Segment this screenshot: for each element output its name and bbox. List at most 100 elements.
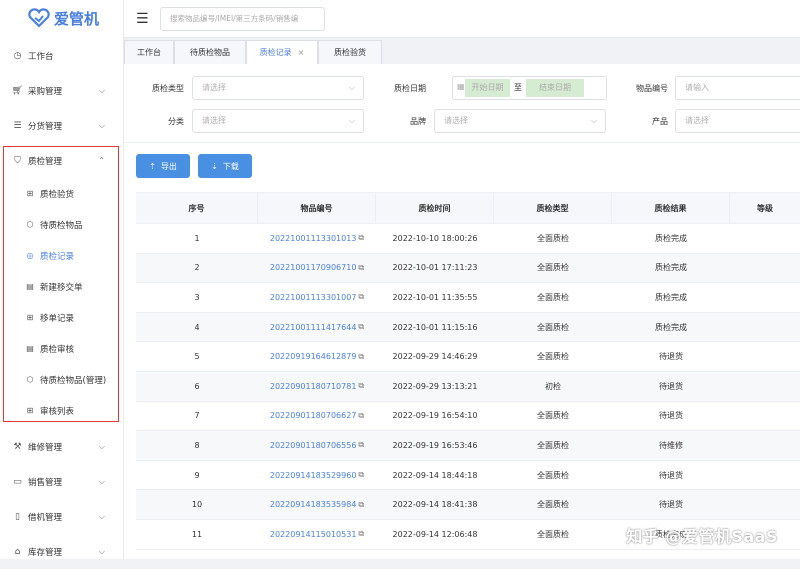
copy-icon[interactable]: ⧉ xyxy=(358,440,364,450)
copy-icon[interactable]: ⧉ xyxy=(358,322,364,332)
cell-grade xyxy=(730,490,800,519)
copy-icon[interactable]: ⧉ xyxy=(358,292,364,302)
table-row: 3 20221001113301007 ⧉ 2022-10-01 11:35:55 全面… xyxy=(136,283,800,313)
copy-icon[interactable]: ⧉ xyxy=(358,352,364,362)
cell-text: 待退货 xyxy=(659,470,683,480)
cell-text: 初检 xyxy=(545,381,561,391)
tab-label: 质检验货 xyxy=(334,48,366,57)
cell-grade xyxy=(730,372,800,401)
cell-text: 7 xyxy=(194,411,200,421)
col-header-time: 质检时间 xyxy=(376,193,494,223)
sidebar-item-sales[interactable]: ▭ 销售管理 ⌵ xyxy=(0,464,123,499)
cell-time: 2022-10-01 11:15:16 xyxy=(376,313,494,342)
cell-grade xyxy=(730,431,800,460)
cell-text: 2022-09-14 12:06:48 xyxy=(392,529,478,539)
cell-text: 5 xyxy=(194,352,200,362)
tab-pending[interactable]: 待质检物品 xyxy=(174,40,246,64)
cell-text: 2022-09-14 18:44:18 xyxy=(392,470,478,480)
records-table: 序号 物品编号 质检时间 质检类型 质检结果 等级 1 2022100111330… xyxy=(136,192,800,550)
table-body: 1 20221001113301013 ⧉ 2022-10-10 18:00:26 全面… xyxy=(136,224,800,550)
date-range-picker[interactable]: ▦ 开始日期 至 结束日期 xyxy=(452,76,607,100)
filter-type-label: 质检类型 xyxy=(152,84,184,93)
sidebar-item-lend[interactable]: ▯ 借机管理 ⌵ xyxy=(0,499,123,534)
sidebar-item-label: 分货管理 xyxy=(28,121,63,132)
tab-workbench[interactable]: 工作台 xyxy=(124,40,174,64)
close-icon[interactable]: × xyxy=(298,48,305,57)
filter-product-select[interactable]: 请选择 xyxy=(675,109,800,133)
cell-text: 全面质检 xyxy=(537,470,569,480)
cell-index: 4 xyxy=(136,313,258,342)
cell-item-code[interactable]: 20220901180706556 ⧉ xyxy=(258,431,376,460)
col-header-result: 质检结果 xyxy=(612,193,730,223)
table-header: 序号 物品编号 质检时间 质检类型 质检结果 等级 xyxy=(136,192,800,224)
cell-item-code[interactable]: 20221001111417644 ⧉ xyxy=(258,313,376,342)
chevron-down-icon: ⌵ xyxy=(98,546,105,556)
sidebar-item-workbench[interactable]: ◷ 工作台 xyxy=(0,38,123,73)
date-start-input[interactable]: 开始日期 xyxy=(465,79,510,97)
cell-item-code[interactable]: 20220914183529960 ⧉ xyxy=(258,461,376,490)
copy-icon[interactable]: ⧉ xyxy=(358,263,364,273)
copy-icon[interactable]: ⧉ xyxy=(358,529,364,539)
cell-text: 2022-09-19 16:54:10 xyxy=(392,411,478,421)
brand-logo[interactable]: 爱管机 xyxy=(0,0,123,36)
cell-text: 8 xyxy=(194,440,200,450)
cell-item-code[interactable]: 20220914115010531 ⧉ xyxy=(258,520,376,549)
sidebar-item-label: 采购管理 xyxy=(28,86,63,97)
sale-icon: ▭ xyxy=(13,476,22,487)
filter-type-select[interactable]: 请选择 ⌵ xyxy=(192,76,364,100)
cell-item-code[interactable]: 20220901180710781 ⧉ xyxy=(258,372,376,401)
table-row: 10 20220914183535984 ⧉ 2022-09-14 18:41:38 全… xyxy=(136,490,800,520)
sidebar-item-label: 借机管理 xyxy=(28,512,63,523)
sidebar-item-repair[interactable]: ⚒ 维修管理 ⌵ xyxy=(0,429,123,464)
hamburger-icon[interactable]: ☰ xyxy=(136,11,149,27)
cell-item-code[interactable]: 20221001170906710 ⧉ xyxy=(258,254,376,283)
filter-code-input[interactable]: 请输入 xyxy=(675,76,800,100)
copy-icon[interactable]: ⧉ xyxy=(358,233,364,243)
cell-text: 2022-09-29 13:13:21 xyxy=(392,381,478,391)
upload-icon: ⇡ xyxy=(149,161,156,171)
cell-text: 质检完成 xyxy=(655,263,687,273)
tab-records[interactable]: 质检记录 × xyxy=(246,40,318,64)
cell-item-code[interactable]: 20221001113301007 ⧉ xyxy=(258,283,376,312)
sidebar-item-inventory[interactable]: ⌂ 库存管理 ⌵ xyxy=(0,534,123,569)
sidebar-item-purchase[interactable]: 🛒︎ 采购管理 ⌵ xyxy=(0,73,123,108)
copy-icon[interactable]: ⧉ xyxy=(358,470,364,480)
filter-brand-select[interactable]: 请选择 ⌵ xyxy=(434,109,606,133)
copy-icon[interactable]: ⧉ xyxy=(358,381,364,391)
sidebar-item-label: 库存管理 xyxy=(28,547,63,558)
table-row: 2 20221001170906710 ⧉ 2022-10-01 17:11:23 全面… xyxy=(136,253,800,284)
col-header-index: 序号 xyxy=(136,193,258,223)
date-end-input[interactable]: 结束日期 xyxy=(526,79,584,97)
sidebar-item-distribution[interactable]: ☰ 分货管理 ⌵ xyxy=(0,108,123,143)
download-button[interactable]: ⇣ 下载 xyxy=(198,154,252,178)
cell-time: 2022-09-14 18:41:38 xyxy=(376,490,494,519)
copy-icon[interactable]: ⧉ xyxy=(358,500,364,510)
chevron-down-icon: ⌵ xyxy=(98,476,105,486)
filter-category-label: 分类 xyxy=(168,117,184,126)
chevron-down-icon: ⌵ xyxy=(348,116,355,125)
copy-icon[interactable]: ⧉ xyxy=(358,411,364,421)
cell-index: 10 xyxy=(136,490,258,519)
cell-text: 9 xyxy=(194,470,200,480)
cell-item-code[interactable]: 20220914183535984 ⧉ xyxy=(258,490,376,519)
cell-time: 2022-09-14 12:06:48 xyxy=(376,520,494,549)
heart-logo-icon xyxy=(28,8,50,28)
list-icon: ☰ xyxy=(13,120,22,131)
filter-category-select[interactable]: 请选择 ⌵ xyxy=(192,109,364,133)
cell-time: 2022-10-01 17:11:23 xyxy=(376,254,494,283)
cell-item-code[interactable]: 20220901180706627 ⧉ xyxy=(258,402,376,431)
phone-icon: ▯ xyxy=(15,511,20,522)
table-row: 8 20220901180706556 ⧉ 2022-09-19 16:53:46 全面… xyxy=(136,431,800,461)
divider xyxy=(124,142,800,143)
cell-item-code[interactable]: 20220919164612879 ⧉ xyxy=(258,342,376,371)
cell-text: 10 xyxy=(191,500,203,510)
cell-text: 2022-10-01 17:11:23 xyxy=(392,263,478,273)
cell-result: 待维修 xyxy=(612,431,730,460)
chevron-down-icon: ⌵ xyxy=(98,441,105,451)
export-button[interactable]: ⇡ 导出 xyxy=(136,154,190,178)
search-placeholder: 搜索物品编号/IMEI/第三方条码/销售编 xyxy=(170,14,299,23)
cell-item-code[interactable]: 20221001113301013 ⧉ xyxy=(258,224,376,253)
cell-time: 2022-09-19 16:53:46 xyxy=(376,431,494,460)
search-input[interactable]: 搜索物品编号/IMEI/第三方条码/销售编 xyxy=(160,7,325,31)
tab-inspect[interactable]: 质检验货 xyxy=(318,40,382,64)
